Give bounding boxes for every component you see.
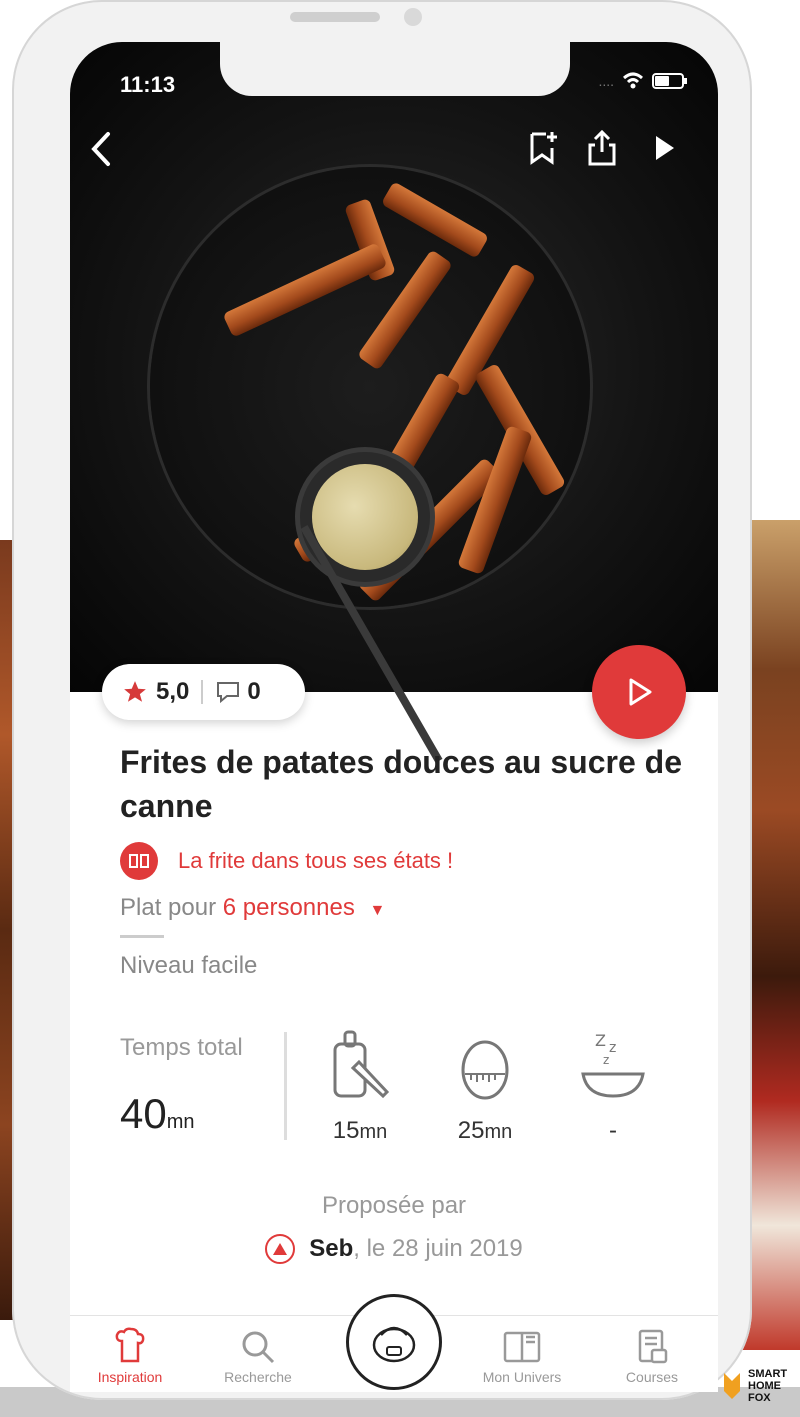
nav-recherche[interactable]: Recherche (198, 1325, 318, 1385)
play-video-icon[interactable] (652, 130, 678, 166)
cook-time: 25mn (430, 1030, 540, 1145)
author-name[interactable]: Seb (309, 1235, 353, 1262)
proposed-by-label: Proposée par (321, 1192, 467, 1219)
nav-label: Courses (625, 1369, 679, 1385)
chef-icon (115, 1327, 145, 1363)
resting-bowl-icon: Z z z (581, 1031, 645, 1098)
cooking-device-icon (372, 1326, 416, 1363)
rating-value: 5,0 (156, 678, 190, 705)
prep-time: 15mn (305, 1030, 415, 1145)
author-line: Seb, le 28 juin 2019 (70, 1234, 718, 1264)
servings-selector[interactable]: Plat pour 6 personnes ▼ (120, 894, 385, 922)
search-icon (242, 1331, 275, 1364)
servings-prefix: Plat pour (120, 894, 217, 921)
brand-line-3: FOX (748, 1392, 771, 1404)
collection-label: La frite dans tous ses états ! (178, 848, 454, 873)
plate-image (150, 167, 590, 763)
nav-inspiration[interactable]: Inspiration (70, 1325, 190, 1385)
wifi-icon (623, 72, 643, 89)
share-icon[interactable] (586, 130, 618, 166)
svg-text:z: z (609, 1040, 616, 1056)
divider (120, 935, 164, 938)
nav-label: Recherche (224, 1369, 292, 1385)
total-time-value: 40mn (120, 1090, 195, 1137)
nav-label: Inspiration (97, 1369, 163, 1385)
status-icons: .... (598, 72, 688, 90)
nav-courses[interactable]: Courses (592, 1325, 712, 1385)
fox-icon (724, 1373, 740, 1399)
play-icon (629, 678, 652, 706)
cutting-board-knife-icon (333, 1030, 390, 1099)
app-screen: 11:13 .... 5,0 0 Frites de patates douce… (70, 42, 718, 1392)
rest-time: Z z z - (558, 1030, 668, 1145)
book-icon (503, 1331, 541, 1363)
cook-time-value: 25 (457, 1117, 485, 1144)
caret-down-icon: ▼ (369, 902, 386, 919)
phone-notch (220, 42, 570, 96)
comment-count: 0 (247, 678, 261, 705)
star-icon (124, 681, 146, 702)
time-separator (284, 1032, 287, 1140)
bookmark-add-icon[interactable] (528, 130, 560, 166)
prep-time-value: 15 (332, 1117, 360, 1144)
back-icon[interactable] (88, 130, 114, 168)
recipe-photo (70, 42, 718, 763)
battery-icon (652, 73, 687, 89)
status-time: 11:13 (120, 72, 176, 97)
brand-line-2: HOME (748, 1380, 781, 1392)
book-collection-icon (120, 842, 158, 880)
center-device-button[interactable] (346, 1294, 442, 1390)
brand-line-1: SMART (748, 1368, 788, 1380)
svg-text:Z: Z (595, 1031, 606, 1050)
brand-logo: SMART HOME FOX (720, 1368, 787, 1404)
phone-speaker (290, 12, 380, 22)
rating-pill[interactable]: 5,0 0 (102, 664, 305, 720)
author-date: , le 28 juin 2019 (353, 1235, 523, 1262)
servings-value: 6 personnes (222, 894, 355, 921)
nav-mon-univers[interactable]: Mon Univers (462, 1325, 582, 1385)
difficulty-level: Niveau facile (120, 952, 258, 979)
phone-camera (404, 8, 422, 26)
svg-text:z: z (603, 1053, 609, 1067)
rating-separator (201, 680, 204, 704)
author-logo-icon (265, 1234, 296, 1264)
recipe-title: Frites de patates douces au sucre de can… (120, 744, 682, 824)
play-button[interactable] (592, 645, 686, 739)
collection-link[interactable]: La frite dans tous ses états ! (120, 842, 453, 880)
phone-frame: 11:13 .... 5,0 0 Frites de patates douce… (12, 0, 752, 1400)
shopping-list-icon (638, 1329, 668, 1364)
signal-icon: .... (598, 73, 614, 89)
comment-icon (217, 682, 240, 704)
total-time-label: Temps total (120, 1034, 243, 1061)
nav-label: Mon Univers (482, 1369, 562, 1385)
rest-time-value: - (609, 1117, 617, 1144)
egg-timer-icon (461, 1040, 509, 1100)
